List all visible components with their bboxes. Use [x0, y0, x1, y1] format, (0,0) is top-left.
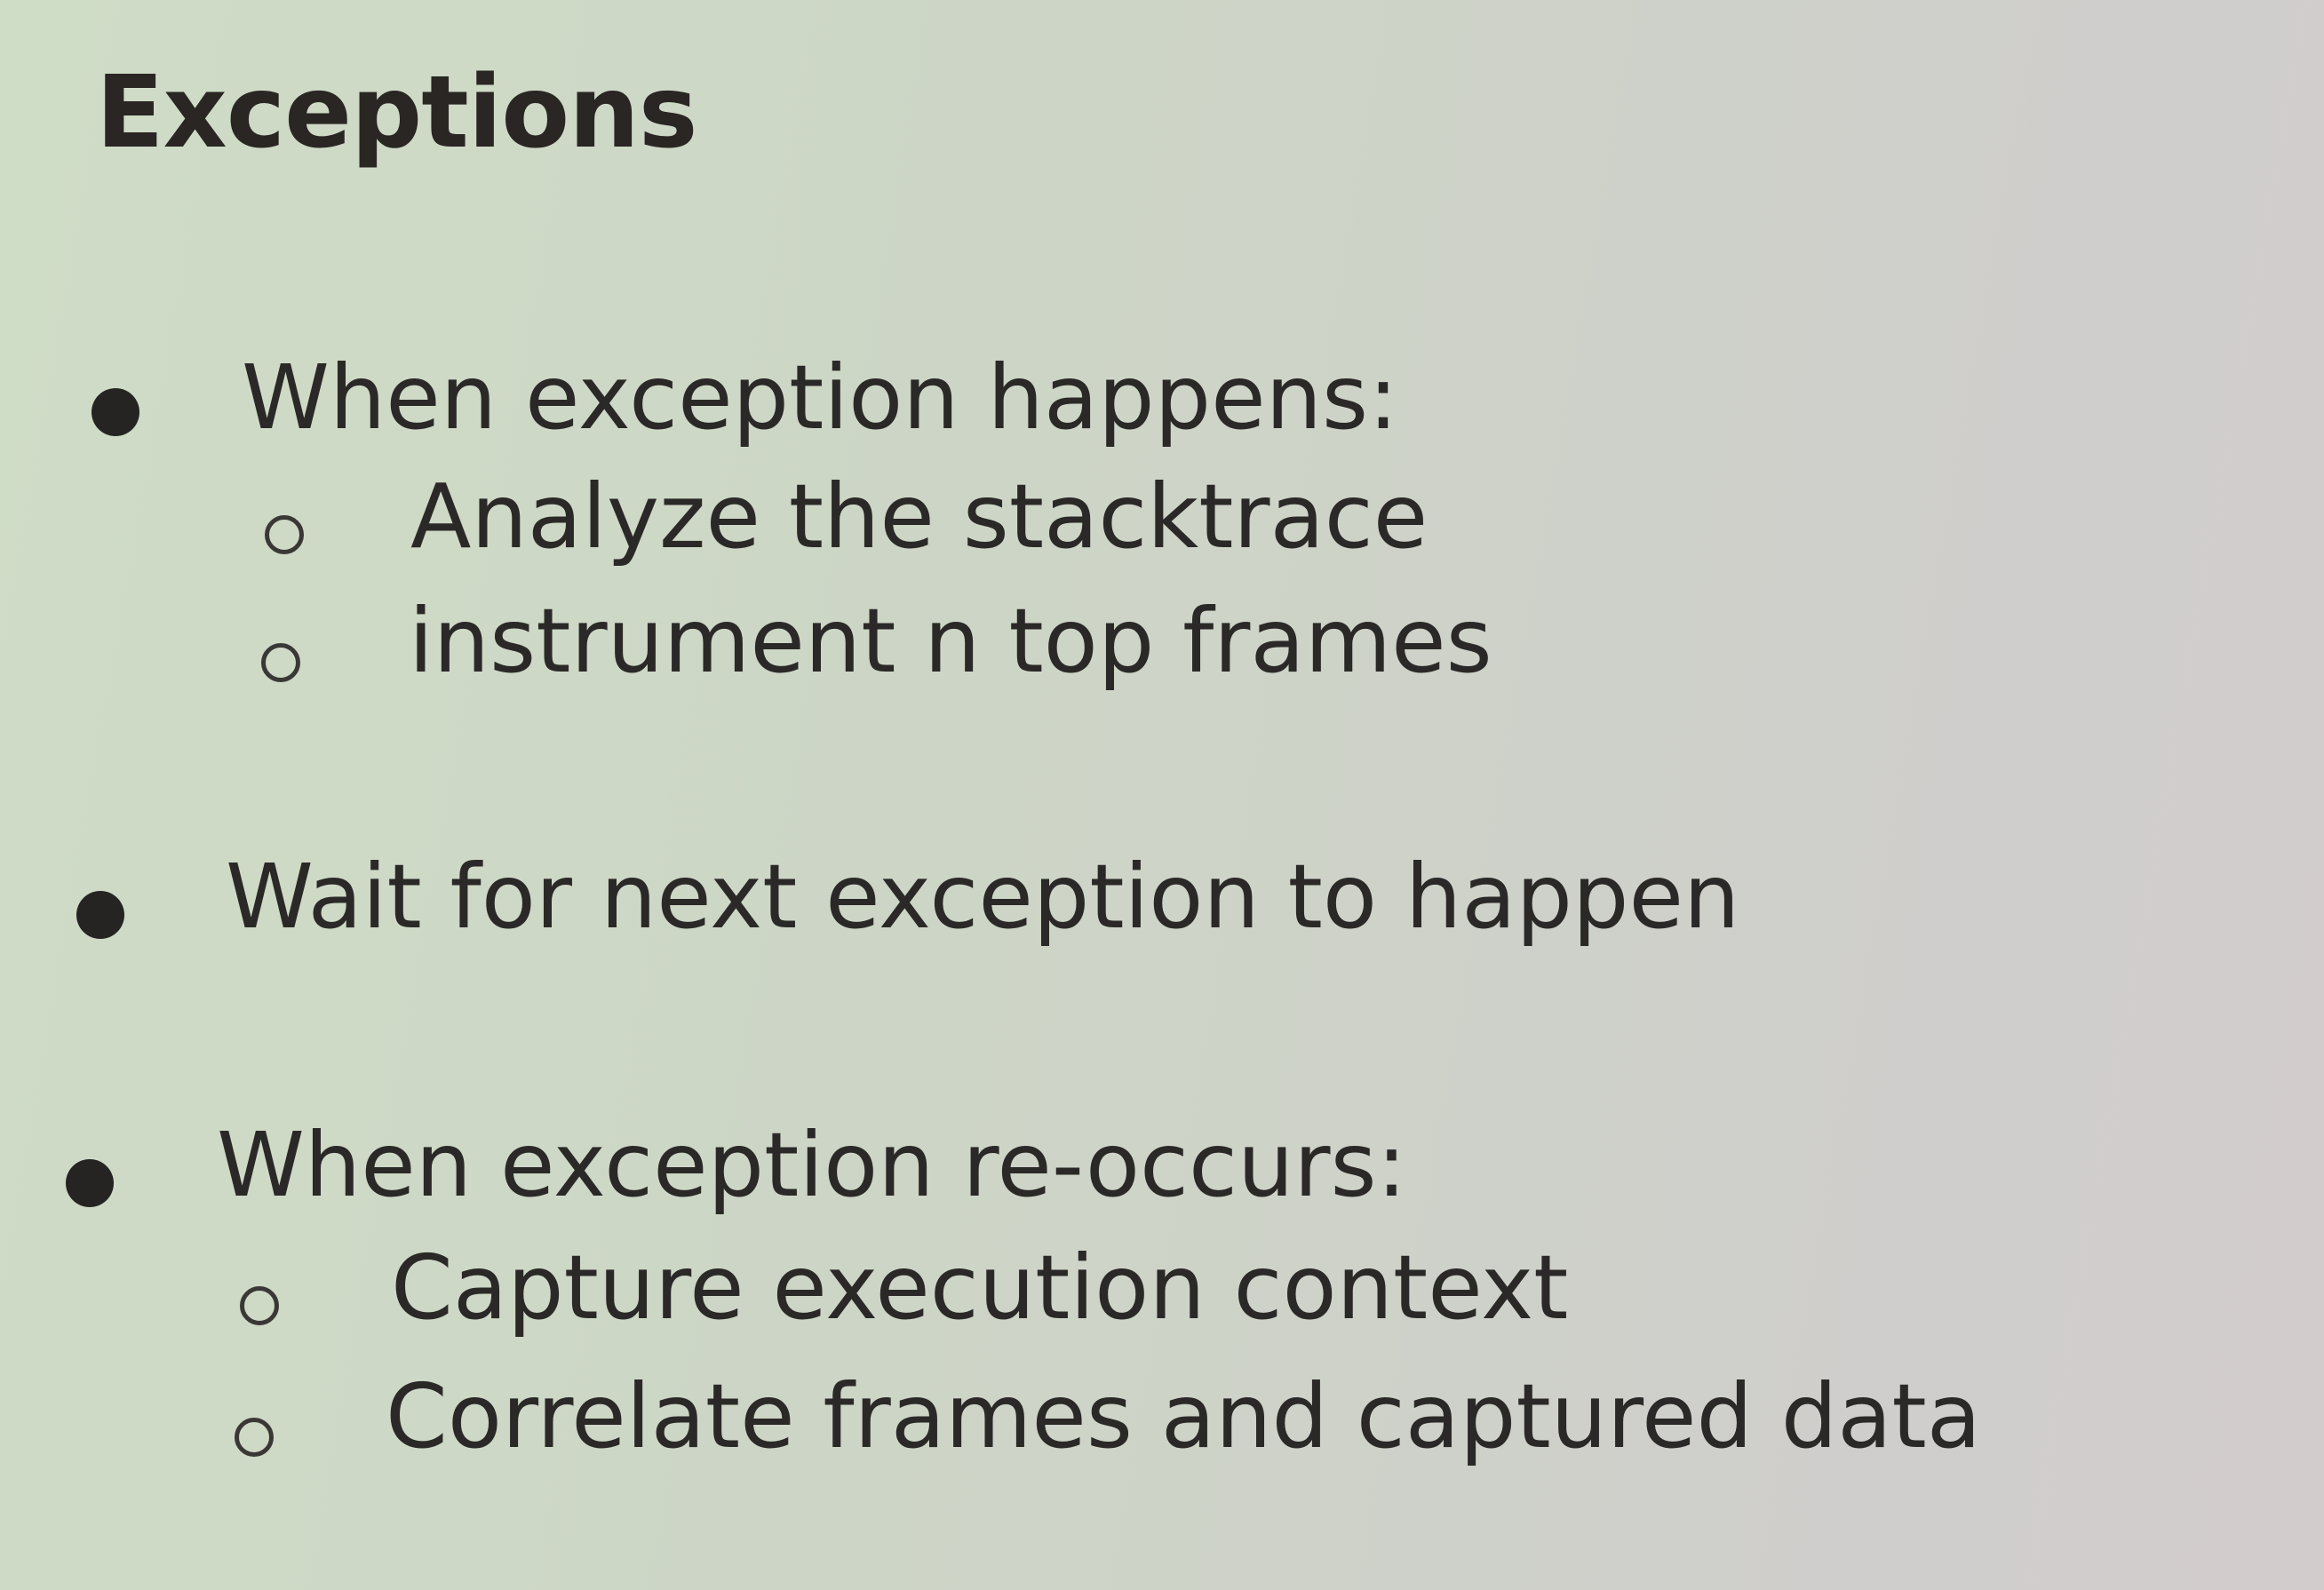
sub-list-item: instrument n top frames: [409, 588, 1492, 695]
list-item-text: When exception happens:: [242, 346, 1398, 449]
list-item: Wait for next exception to happen: [226, 844, 1739, 950]
sub-list-item-text: Capture execution context: [391, 1236, 1569, 1340]
slide-title: Exceptions: [96, 55, 698, 171]
list-item-text: When exception re-occurs:: [217, 1113, 1407, 1217]
bullet-icon: [66, 1159, 114, 1207]
slide: Exceptions When exception happens: Analy…: [0, 0, 2324, 1590]
sub-list-item-text: Analyze the stacktrace: [410, 465, 1429, 568]
list-item: When exception re-occurs:: [217, 1112, 1406, 1219]
sub-list-item: Analyze the stacktrace: [410, 464, 1428, 570]
sub-bullet-icon: [265, 515, 304, 554]
sub-list-item: Capture execution context: [391, 1235, 1568, 1341]
sub-bullet-icon: [240, 1286, 279, 1325]
list-item: When exception happens:: [242, 345, 1398, 451]
list-item-text: Wait for next exception to happen: [226, 845, 1740, 949]
sub-bullet-icon: [261, 643, 300, 682]
sub-bullet-icon: [235, 1418, 274, 1457]
bullet-icon: [76, 891, 124, 939]
sub-list-item-text: instrument n top frames: [409, 589, 1492, 693]
bullet-icon: [92, 388, 139, 436]
sub-list-item: Correlate frames and captured data: [386, 1363, 1981, 1470]
sub-list-item-text: Correlate frames and captured data: [386, 1364, 1981, 1468]
